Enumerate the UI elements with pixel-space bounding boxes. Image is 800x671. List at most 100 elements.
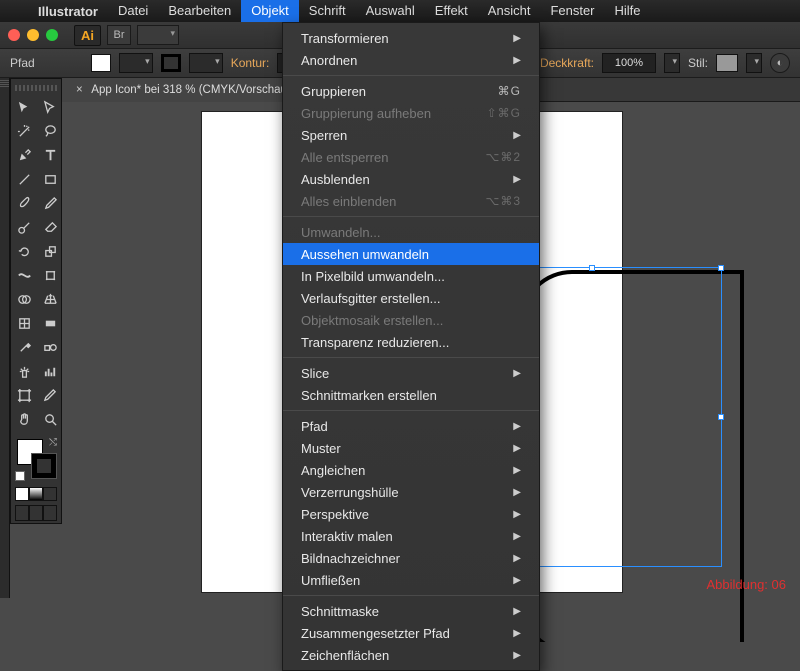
rectangle-tool[interactable] [37, 167, 63, 191]
fill-dropdown[interactable] [119, 53, 153, 73]
menu-item-perspektive[interactable]: Perspektive▶ [283, 503, 539, 525]
draw-mode-row [11, 503, 61, 523]
menu-item-transparenz-reduzieren-[interactable]: Transparenz reduzieren... [283, 331, 539, 353]
menu-item-verlaufsgitter-erstellen-[interactable]: Verlaufsgitter erstellen... [283, 287, 539, 309]
paintbrush-tool[interactable] [11, 191, 37, 215]
perspective-grid-tool[interactable] [37, 287, 63, 311]
default-fill-stroke-icon[interactable] [15, 471, 25, 481]
selection-handle[interactable] [718, 265, 724, 271]
menu-item-transformieren[interactable]: Transformieren▶ [283, 27, 539, 49]
pencil-tool[interactable] [37, 191, 63, 215]
symbol-sprayer-tool[interactable] [11, 359, 37, 383]
menu-item-anordnen[interactable]: Anordnen▶ [283, 49, 539, 71]
style-dropdown[interactable] [746, 53, 762, 73]
menu-item-verzerrungsh-lle[interactable]: Verzerrungshülle▶ [283, 481, 539, 503]
menu-item-gruppieren[interactable]: Gruppieren⌘G [283, 80, 539, 102]
color-mode-gradient[interactable] [29, 487, 43, 501]
menu-item-umflie-en[interactable]: Umfließen▶ [283, 569, 539, 591]
draw-inside[interactable] [43, 505, 57, 521]
free-transform-tool[interactable] [37, 263, 63, 287]
artboard-tool[interactable] [11, 383, 37, 407]
shape-builder-tool[interactable] [11, 287, 37, 311]
draw-behind[interactable] [29, 505, 43, 521]
mac-menubar: Illustrator Datei Bearbeiten Objekt Schr… [0, 0, 800, 22]
selection-handle[interactable] [718, 414, 724, 420]
hand-tool[interactable] [11, 407, 37, 431]
eyedropper-tool[interactable] [11, 335, 37, 359]
menu-objekt[interactable]: Objekt [241, 0, 299, 22]
minimize-icon[interactable] [27, 29, 39, 41]
menu-ansicht[interactable]: Ansicht [478, 0, 541, 22]
panel-dock-strip[interactable] [0, 78, 10, 598]
arrange-documents-button[interactable] [137, 25, 179, 45]
opacity-dropdown[interactable] [664, 53, 680, 73]
menu-item-ausblenden[interactable]: Ausblenden▶ [283, 168, 539, 190]
type-tool[interactable] [37, 143, 63, 167]
close-icon[interactable] [8, 29, 20, 41]
menu-item-alles-einblenden: Alles einblenden⌥⌘3 [283, 190, 539, 212]
menu-item-muster[interactable]: Muster▶ [283, 437, 539, 459]
fill-stroke-indicator[interactable]: ⤭ [15, 437, 57, 481]
menu-bearbeiten[interactable]: Bearbeiten [158, 0, 241, 22]
direct-selection-tool[interactable] [37, 95, 63, 119]
rotate-tool[interactable] [11, 239, 37, 263]
menu-fenster[interactable]: Fenster [540, 0, 604, 22]
toolbox-grip[interactable] [15, 85, 57, 91]
mesh-tool[interactable] [11, 311, 37, 335]
figure-caption: Abbildung: 06 [706, 577, 786, 592]
menu-item-bildnachzeichner[interactable]: Bildnachzeichner▶ [283, 547, 539, 569]
deckkraft-label[interactable]: Deckkraft: [540, 56, 594, 70]
color-mode-solid[interactable] [15, 487, 29, 501]
fill-swatch[interactable] [91, 54, 111, 72]
menu-effekt[interactable]: Effekt [425, 0, 478, 22]
zoom-icon[interactable] [46, 29, 58, 41]
menu-item-in-pixelbild-umwandeln-[interactable]: In Pixelbild umwandeln... [283, 265, 539, 287]
menu-schrift[interactable]: Schrift [299, 0, 356, 22]
tab-close-icon[interactable]: × [76, 84, 83, 96]
style-swatch[interactable] [716, 54, 738, 72]
draw-normal[interactable] [15, 505, 29, 521]
blob-brush-tool[interactable] [11, 215, 37, 239]
pen-tool[interactable] [11, 143, 37, 167]
eraser-tool[interactable] [37, 215, 63, 239]
document-tab[interactable]: × App Icon* bei 318 % (CMYK/Vorschau) [62, 78, 306, 102]
gradient-tool[interactable] [37, 311, 63, 335]
opacity-field[interactable]: 100% [602, 53, 656, 73]
menu-item-zusammengesetzter-pfad[interactable]: Zusammengesetzter Pfad▶ [283, 622, 539, 644]
menu-datei[interactable]: Datei [108, 0, 158, 22]
selection-tool[interactable] [11, 95, 37, 119]
zoom-tool[interactable] [37, 407, 63, 431]
blend-tool[interactable] [37, 335, 63, 359]
submenu-arrow-icon: ▶ [513, 628, 521, 639]
magic-wand-tool[interactable] [11, 119, 37, 143]
menu-hilfe[interactable]: Hilfe [605, 0, 651, 22]
menu-item-schnittmaske[interactable]: Schnittmaske▶ [283, 600, 539, 622]
recolor-button[interactable]: ◐ [770, 53, 790, 73]
column-graph-tool[interactable] [37, 359, 63, 383]
stroke-swatch[interactable] [161, 54, 181, 72]
submenu-arrow-icon: ▶ [513, 174, 521, 185]
color-mode-none[interactable] [43, 487, 57, 501]
line-tool[interactable] [11, 167, 37, 191]
app-name[interactable]: Illustrator [28, 4, 108, 19]
selection-handle[interactable] [589, 265, 595, 271]
menu-item-schnittmarken-erstellen[interactable]: Schnittmarken erstellen [283, 384, 539, 406]
menu-item-aussehen-umwandeln[interactable]: Aussehen umwandeln [283, 243, 539, 265]
menu-item-pfad[interactable]: Pfad▶ [283, 415, 539, 437]
swap-fill-stroke-icon[interactable]: ⤭ [49, 437, 57, 448]
bridge-button[interactable]: Br [107, 25, 131, 45]
lasso-tool[interactable] [37, 119, 63, 143]
traffic-lights [8, 29, 58, 41]
kontur-label[interactable]: Kontur: [231, 56, 270, 70]
menu-item-zeichenfl-chen[interactable]: Zeichenflächen▶ [283, 644, 539, 666]
stroke-dropdown[interactable] [189, 53, 223, 73]
menu-item-interaktiv-malen[interactable]: Interaktiv malen▶ [283, 525, 539, 547]
menu-item-slice[interactable]: Slice▶ [283, 362, 539, 384]
scale-tool[interactable] [37, 239, 63, 263]
menu-item-sperren[interactable]: Sperren▶ [283, 124, 539, 146]
slice-tool[interactable] [37, 383, 63, 407]
menu-auswahl[interactable]: Auswahl [356, 0, 425, 22]
width-tool[interactable] [11, 263, 37, 287]
stroke-color-icon[interactable] [31, 453, 57, 479]
menu-item-angleichen[interactable]: Angleichen▶ [283, 459, 539, 481]
